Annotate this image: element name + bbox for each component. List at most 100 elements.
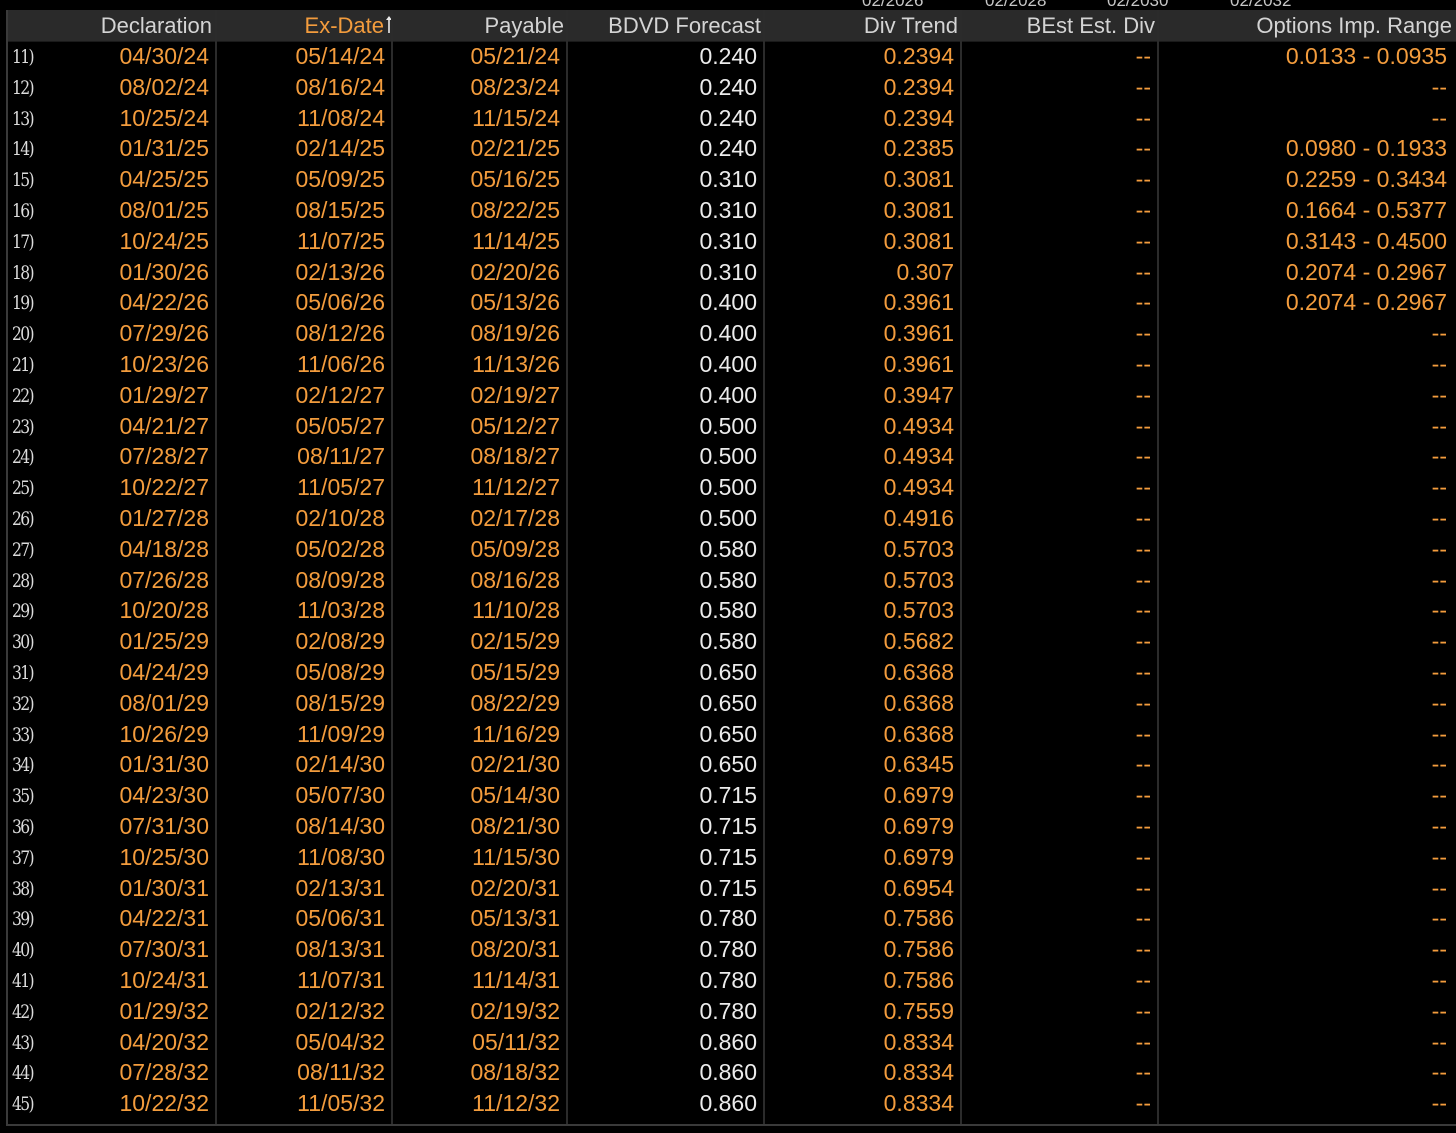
ex-date-cell: 08/15/25: [295, 197, 385, 223]
table-row[interactable]: 15) 04/25/25 05/09/25 05/16/25 0.310 0.3081 --…: [0, 164, 1456, 195]
table-row[interactable]: 45) 10/22/32 11/05/32 11/12/32 0.860 0.8334 --…: [0, 1088, 1456, 1119]
declaration-date-cell: 04/20/32: [119, 1028, 209, 1055]
options-imp-range-cell: --: [1431, 381, 1447, 408]
column-header-div-trend[interactable]: Div Trend: [765, 10, 962, 41]
table-row[interactable]: 31) 04/24/29 05/08/29 05/15/29 0.650 0.6368 --…: [0, 657, 1456, 688]
payable-date-cell: 08/21/30: [470, 813, 560, 839]
payable-date-cell: 05/15/29: [470, 659, 560, 685]
column-header-payable[interactable]: Payable: [393, 10, 568, 41]
options-imp-range-cell: --: [1431, 689, 1447, 716]
best-est-div-cell: --: [1135, 166, 1151, 193]
div-trend-cell: 0.5682: [883, 628, 954, 655]
table-row[interactable]: 40) 07/30/31 08/13/31 08/20/31 0.780 0.7586 --…: [0, 934, 1456, 965]
table-row[interactable]: 12) 08/02/24 08/16/24 08/23/24 0.240 0.2394 --…: [0, 72, 1456, 103]
declaration-date-cell: 01/31/30: [119, 751, 209, 778]
row-number: 11): [12, 46, 35, 68]
declaration-date-cell: 01/27/28: [119, 505, 209, 531]
row-number: 24): [12, 446, 35, 469]
column-header-bdvd-forecast[interactable]: BDVD Forecast: [568, 10, 765, 41]
table-row[interactable]: 30) 01/25/29 02/08/29 02/15/29 0.580 0.5682 --…: [0, 626, 1456, 657]
table-row[interactable]: 35) 04/23/30 05/07/30 05/14/30 0.715 0.6979 --…: [0, 780, 1456, 811]
table-row[interactable]: 37) 10/25/30 11/08/30 11/15/30 0.715 0.6979 --…: [0, 842, 1456, 873]
declaration-date-cell: 01/29/27: [119, 381, 209, 408]
table-row[interactable]: 18) 01/30/26 02/13/26 02/20/26 0.310 0.307 -- 0…: [0, 257, 1456, 288]
options-imp-range-cell: --: [1431, 1059, 1447, 1086]
row-number: 23): [12, 415, 35, 438]
declaration-date-cell: 07/28/27: [119, 443, 209, 470]
row-number: 36): [12, 816, 35, 838]
column-header-best-est-div[interactable]: BEst Est. Div: [962, 10, 1159, 41]
options-imp-range-cell: 0.3143 - 0.4500: [1285, 227, 1447, 254]
declaration-date-cell: 10/26/29: [119, 720, 209, 747]
ex-date-cell: 11/07/31: [297, 967, 385, 993]
row-number: 18): [12, 261, 35, 284]
table-row[interactable]: 14) 01/31/25 02/14/25 02/21/25 0.240 0.2385 --…: [0, 133, 1456, 164]
payable-date-cell: 02/20/31: [470, 874, 560, 901]
table-row[interactable]: 38) 01/30/31 02/13/31 02/20/31 0.715 0.6954 --…: [0, 873, 1456, 904]
table-row[interactable]: 11) 04/30/24 05/14/24 05/21/24 0.240 0.2394 --…: [0, 41, 1456, 72]
table-row[interactable]: 33) 10/26/29 11/09/29 11/16/29 0.650 0.6368 --…: [0, 719, 1456, 750]
ex-date-cell: 05/07/30: [295, 782, 385, 809]
payable-date-cell: 02/15/29: [470, 628, 560, 655]
table-row[interactable]: 43) 04/20/32 05/04/32 05/11/32 0.860 0.8334 --…: [0, 1027, 1456, 1058]
options-imp-range-cell: 0.2074 - 0.2967: [1285, 289, 1447, 316]
table-row[interactable]: 39) 04/22/31 05/06/31 05/13/31 0.780 0.7586 --…: [0, 903, 1456, 934]
bdvd-forecast-cell: 0.780: [699, 997, 757, 1024]
div-trend-cell: 0.4934: [883, 412, 954, 439]
column-header-declaration[interactable]: Declaration: [8, 10, 216, 41]
table-row[interactable]: 27) 04/18/28 05/02/28 05/09/28 0.580 0.5703 --…: [0, 534, 1456, 565]
column-header-label: Div Trend: [863, 13, 958, 38]
table-row[interactable]: 20) 07/29/26 08/12/26 08/19/26 0.400 0.3961 --…: [0, 318, 1456, 349]
table-row[interactable]: 17) 10/24/25 11/07/25 11/14/25 0.310 0.3081 --…: [0, 226, 1456, 257]
payable-date-cell: 11/13/26: [472, 351, 560, 377]
best-est-div-cell: --: [1135, 381, 1151, 408]
table-row[interactable]: 19) 04/22/26 05/06/26 05/13/26 0.400 0.3961 --…: [0, 287, 1456, 318]
declaration-date-cell: 07/28/32: [119, 1059, 209, 1086]
best-est-div-cell: --: [1135, 782, 1151, 809]
options-imp-range-cell: --: [1431, 997, 1447, 1024]
declaration-date-cell: 01/30/31: [119, 874, 209, 901]
ex-date-cell: 11/07/25: [297, 227, 385, 254]
bdvd-forecast-cell: 0.400: [699, 351, 757, 377]
div-trend-cell: 0.6954: [883, 874, 954, 901]
table-row[interactable]: 24) 07/28/27 08/11/27 08/18/27 0.500 0.4934 --…: [0, 441, 1456, 472]
table-row[interactable]: 42) 01/29/32 02/12/32 02/19/32 0.780 0.7559 --…: [0, 996, 1456, 1027]
table-row[interactable]: 34) 01/31/30 02/14/30 02/21/30 0.650 0.6345 --…: [0, 749, 1456, 780]
table-row[interactable]: 22) 01/29/27 02/12/27 02/19/27 0.400 0.3947 --…: [0, 380, 1456, 411]
table-row[interactable]: 44) 07/28/32 08/11/32 08/18/32 0.860 0.8334 --…: [0, 1057, 1456, 1088]
table-row[interactable]: 13) 10/25/24 11/08/24 11/15/24 0.240 0.2394 --…: [0, 103, 1456, 134]
best-est-div-cell: --: [1135, 628, 1151, 655]
table-row[interactable]: 16) 08/01/25 08/15/25 08/22/25 0.310 0.3081 --…: [0, 195, 1456, 226]
table-row[interactable]: 25) 10/22/27 11/05/27 11/12/27 0.500 0.4934 --…: [0, 472, 1456, 503]
column-header-label: Options Imp. Range: [1256, 13, 1452, 38]
div-trend-cell: 0.3947: [883, 381, 954, 408]
bdvd-forecast-cell: 0.500: [699, 412, 757, 439]
options-imp-range-cell: 0.2259 - 0.3434: [1285, 166, 1447, 193]
bdvd-forecast-cell: 0.860: [699, 1059, 757, 1086]
declaration-date-cell: 04/18/28: [119, 535, 209, 562]
row-number: 32): [12, 692, 35, 715]
column-header-ex-date[interactable]: Ex-Date: [216, 10, 393, 41]
table-row[interactable]: 32) 08/01/29 08/15/29 08/22/29 0.650 0.6368 --…: [0, 688, 1456, 719]
ex-date-cell: 05/08/29: [295, 659, 385, 685]
column-header-options-imp-range[interactable]: Options Imp. Range: [1159, 10, 1456, 41]
declaration-date-cell: 07/30/31: [119, 936, 209, 963]
options-imp-range-cell: --: [1431, 73, 1447, 100]
div-trend-cell: 0.5703: [883, 566, 954, 593]
table-row[interactable]: 21) 10/23/26 11/06/26 11/13/26 0.400 0.3961 --…: [0, 349, 1456, 380]
table-row[interactable]: 26) 01/27/28 02/10/28 02/17/28 0.500 0.4916 --…: [0, 503, 1456, 534]
best-est-div-cell: --: [1135, 104, 1151, 131]
div-trend-cell: 0.7586: [883, 905, 954, 932]
best-est-div-cell: --: [1135, 289, 1151, 316]
row-number: 13): [12, 107, 35, 130]
options-imp-range-cell: --: [1431, 874, 1447, 901]
table-row[interactable]: 29) 10/20/28 11/03/28 11/10/28 0.580 0.5703 --…: [0, 595, 1456, 626]
table-row[interactable]: 36) 07/31/30 08/14/30 08/21/30 0.715 0.6979 --…: [0, 811, 1456, 842]
table-row[interactable]: 23) 04/21/27 05/05/27 05/12/27 0.500 0.4934 --…: [0, 411, 1456, 442]
bdvd-forecast-cell: 0.310: [699, 197, 757, 223]
declaration-date-cell: 01/30/26: [119, 258, 209, 285]
table-row[interactable]: 28) 07/26/28 08/09/28 08/16/28 0.580 0.5703 --…: [0, 565, 1456, 596]
table-row[interactable]: 41) 10/24/31 11/07/31 11/14/31 0.780 0.7586 --…: [0, 965, 1456, 996]
div-trend-cell: 0.2394: [883, 104, 954, 131]
best-est-div-cell: --: [1135, 197, 1151, 223]
